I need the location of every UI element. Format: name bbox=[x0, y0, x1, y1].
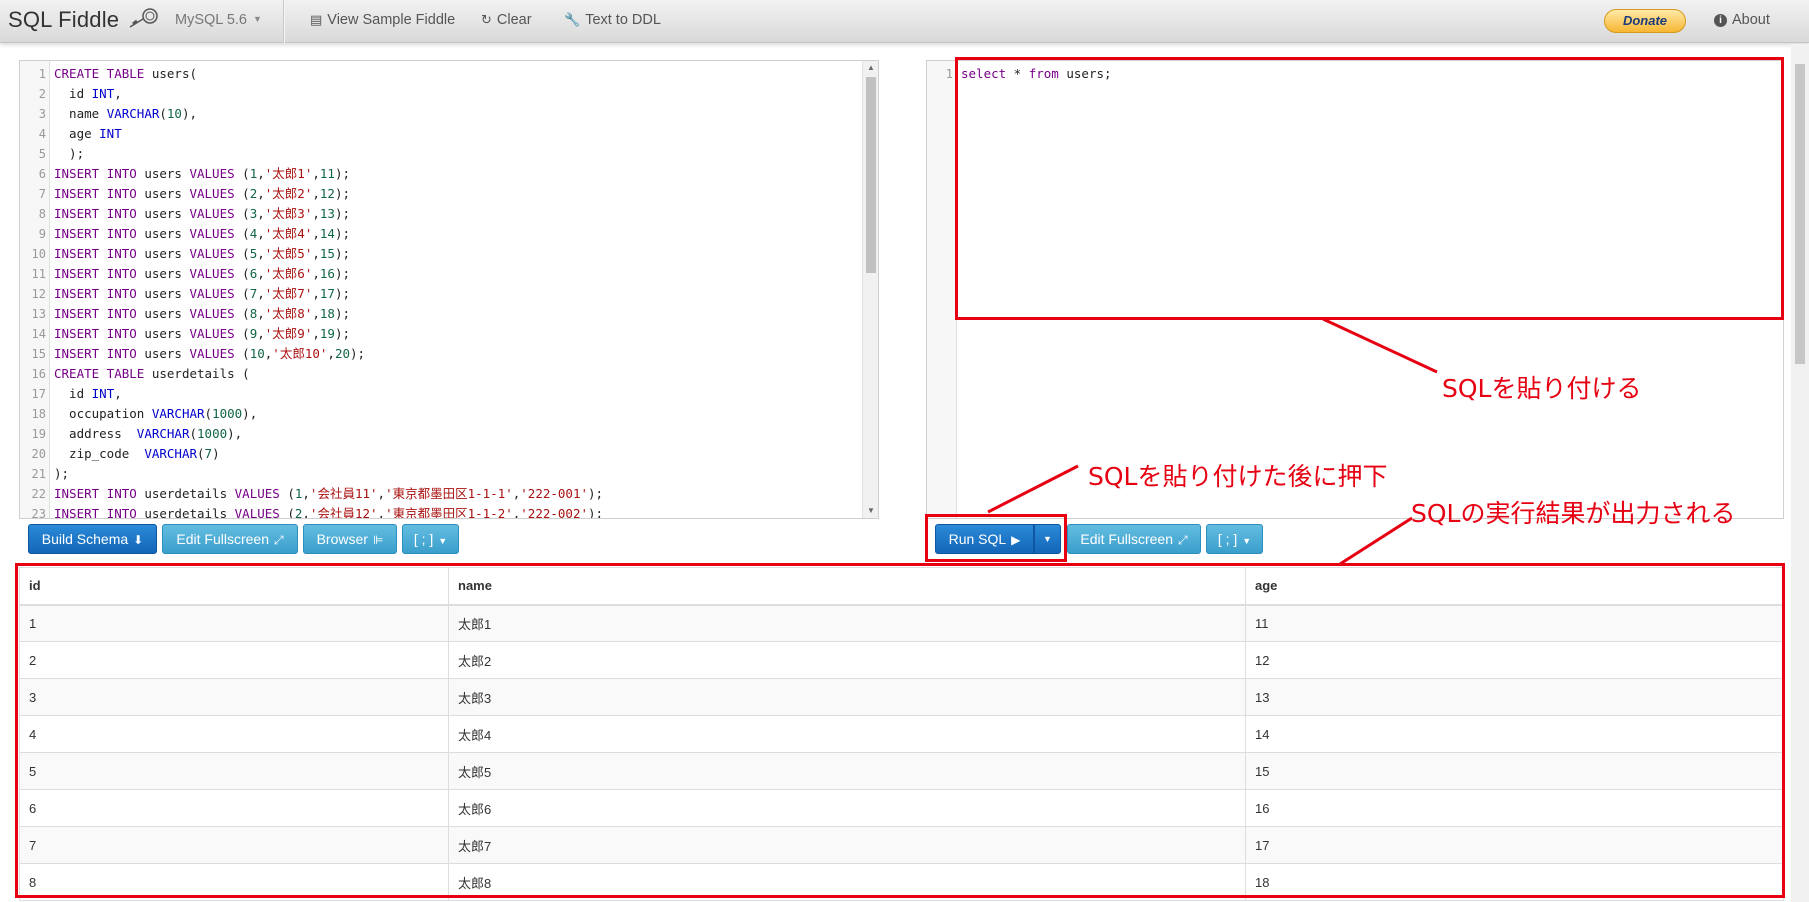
annotation-press-after-paste: SQLを貼り付けた後に押下 bbox=[1088, 462, 1388, 491]
annotation-arrows bbox=[987, 317, 1438, 566]
annotation-paste-sql: SQLを貼り付ける bbox=[1442, 374, 1642, 403]
arrow-paste-sql bbox=[1322, 317, 1438, 374]
arrow-result-output bbox=[1339, 516, 1413, 566]
annotation-result-output: SQLの実行結果が出力される bbox=[1411, 499, 1736, 528]
arrow-press-run bbox=[987, 464, 1079, 514]
